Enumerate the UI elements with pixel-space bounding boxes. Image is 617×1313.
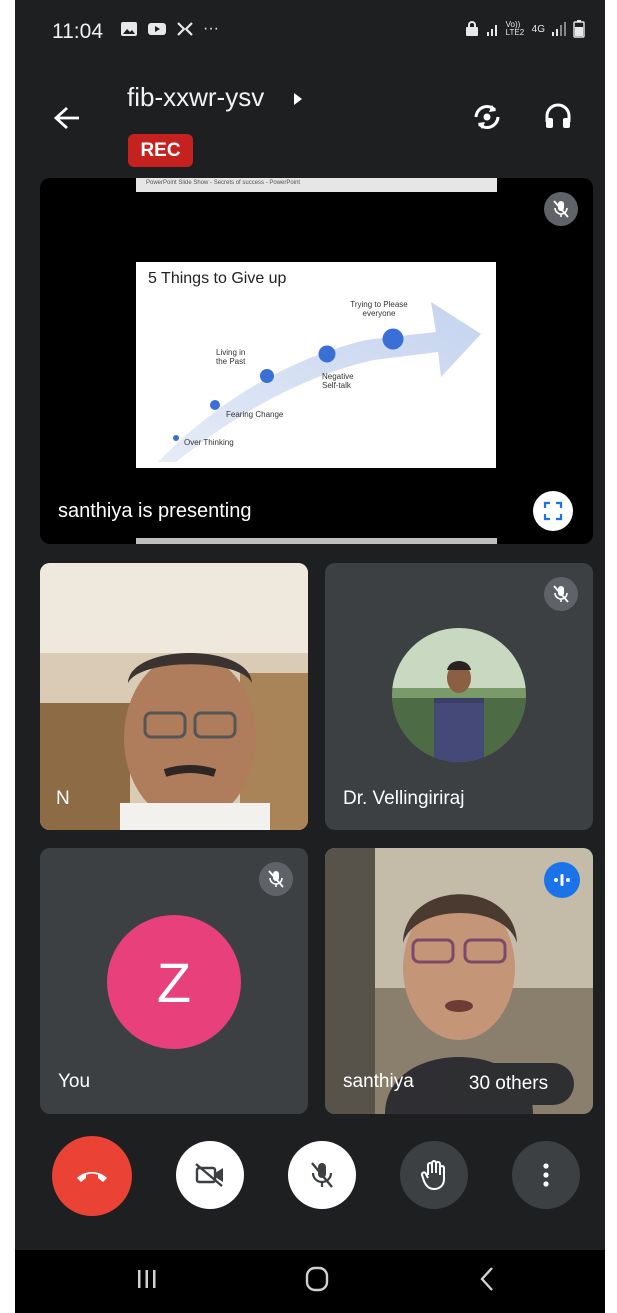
mic-off-icon <box>553 200 569 218</box>
presentation-window-bar: PowerPoint Slide Show - Secrets of succe… <box>136 178 497 192</box>
you-muted-badge <box>259 862 293 896</box>
presentation-tile[interactable]: PowerPoint Slide Show - Secrets of succe… <box>40 178 593 544</box>
slide-item-1: Over Thinking <box>184 438 234 447</box>
audio-output-icon[interactable] <box>542 100 574 132</box>
raise-hand-icon <box>420 1160 445 1191</box>
app-icon <box>177 22 193 36</box>
4g-icon: 4G <box>531 23 545 35</box>
more-icon: ··· <box>203 20 219 37</box>
fullscreen-icon <box>543 501 563 521</box>
meeting-code[interactable]: fib-xxwr-ysv <box>127 82 264 113</box>
camera-toggle-button[interactable] <box>176 1141 244 1209</box>
hang-up-icon <box>77 1172 107 1182</box>
presentation-muted-badge <box>544 192 578 226</box>
status-bar: 11:04 ··· Vo)) LTE2 4G <box>15 0 605 62</box>
back-nav-icon[interactable] <box>479 1266 495 1292</box>
camera-off-icon <box>195 1163 223 1187</box>
more-vertical-icon <box>543 1163 549 1187</box>
mic-off-icon <box>553 585 569 603</box>
avatar: Z <box>107 915 241 1049</box>
participant-tile-vellingiriraj[interactable]: Dr. Vellingiriraj <box>325 563 593 830</box>
fullscreen-button[interactable] <box>533 491 573 531</box>
slide-item-2: Fearing Change <box>226 410 284 419</box>
back-arrow-icon[interactable] <box>53 106 81 130</box>
mic-toggle-button[interactable] <box>288 1141 356 1209</box>
presenter-label: santhiya is presenting <box>58 500 252 522</box>
mic-off-icon <box>268 870 284 888</box>
participant-tile-n[interactable]: N <box>40 563 308 830</box>
home-icon[interactable] <box>304 1266 330 1292</box>
battery-icon <box>573 20 585 38</box>
meeting-header: fib-xxwr-ysv REC <box>15 70 605 170</box>
youtube-icon <box>148 23 166 35</box>
end-call-button[interactable] <box>52 1136 132 1216</box>
slide-dot-1 <box>173 435 179 441</box>
slide-dot-5 <box>382 328 404 350</box>
participant-video-n <box>40 563 308 830</box>
phone-screen: 11:04 ··· Vo)) LTE2 4G fib-xxwr-ysv REC … <box>15 0 605 1313</box>
caret-right-icon[interactable] <box>293 92 303 106</box>
participant-tile-you[interactable]: Z You <box>40 848 308 1114</box>
mic-off-icon <box>311 1162 333 1188</box>
vellingiriraj-muted-badge <box>544 577 578 611</box>
more-options-button[interactable] <box>512 1141 580 1209</box>
signal2-icon <box>552 22 566 36</box>
system-nav-bar <box>15 1250 605 1313</box>
slide-dot-3 <box>260 369 274 383</box>
participant-name-vellingiriraj: Dr. Vellingiriraj <box>343 788 465 809</box>
recent-apps-icon[interactable] <box>135 1268 159 1290</box>
status-time: 11:04 <box>52 20 103 43</box>
slide-dot-4 <box>318 345 336 363</box>
others-chip[interactable]: 30 others <box>443 1063 574 1105</box>
participant-name-santhiya: santhiya <box>343 1071 414 1092</box>
lock-icon <box>465 21 478 36</box>
presentation-window-bottom <box>136 538 497 544</box>
slide-item-4: Negative Self-talk <box>322 372 354 390</box>
slide-item-3: Living in the Past <box>216 348 246 366</box>
avatar <box>392 628 526 762</box>
switch-camera-icon[interactable] <box>470 100 504 134</box>
slide-item-5: Trying to Please everyone <box>350 300 408 318</box>
participant-name-you: You <box>58 1071 91 1092</box>
window-title: PowerPoint Slide Show - Secrets of succe… <box>146 180 301 186</box>
speaking-indicator <box>544 862 580 898</box>
slide-dot-2 <box>210 400 220 410</box>
volte-icon: Vo)) LTE2 <box>505 20 525 37</box>
audio-level-icon <box>554 874 570 886</box>
raise-hand-button[interactable] <box>400 1141 468 1209</box>
recording-badge: REC <box>128 134 193 167</box>
call-controls <box>15 1130 605 1225</box>
signal-icon <box>486 25 497 36</box>
gallery-icon <box>121 22 137 36</box>
slide: 5 Things to Give up Over Thinking Fearin… <box>136 262 496 468</box>
participant-name-n: N <box>56 788 70 809</box>
